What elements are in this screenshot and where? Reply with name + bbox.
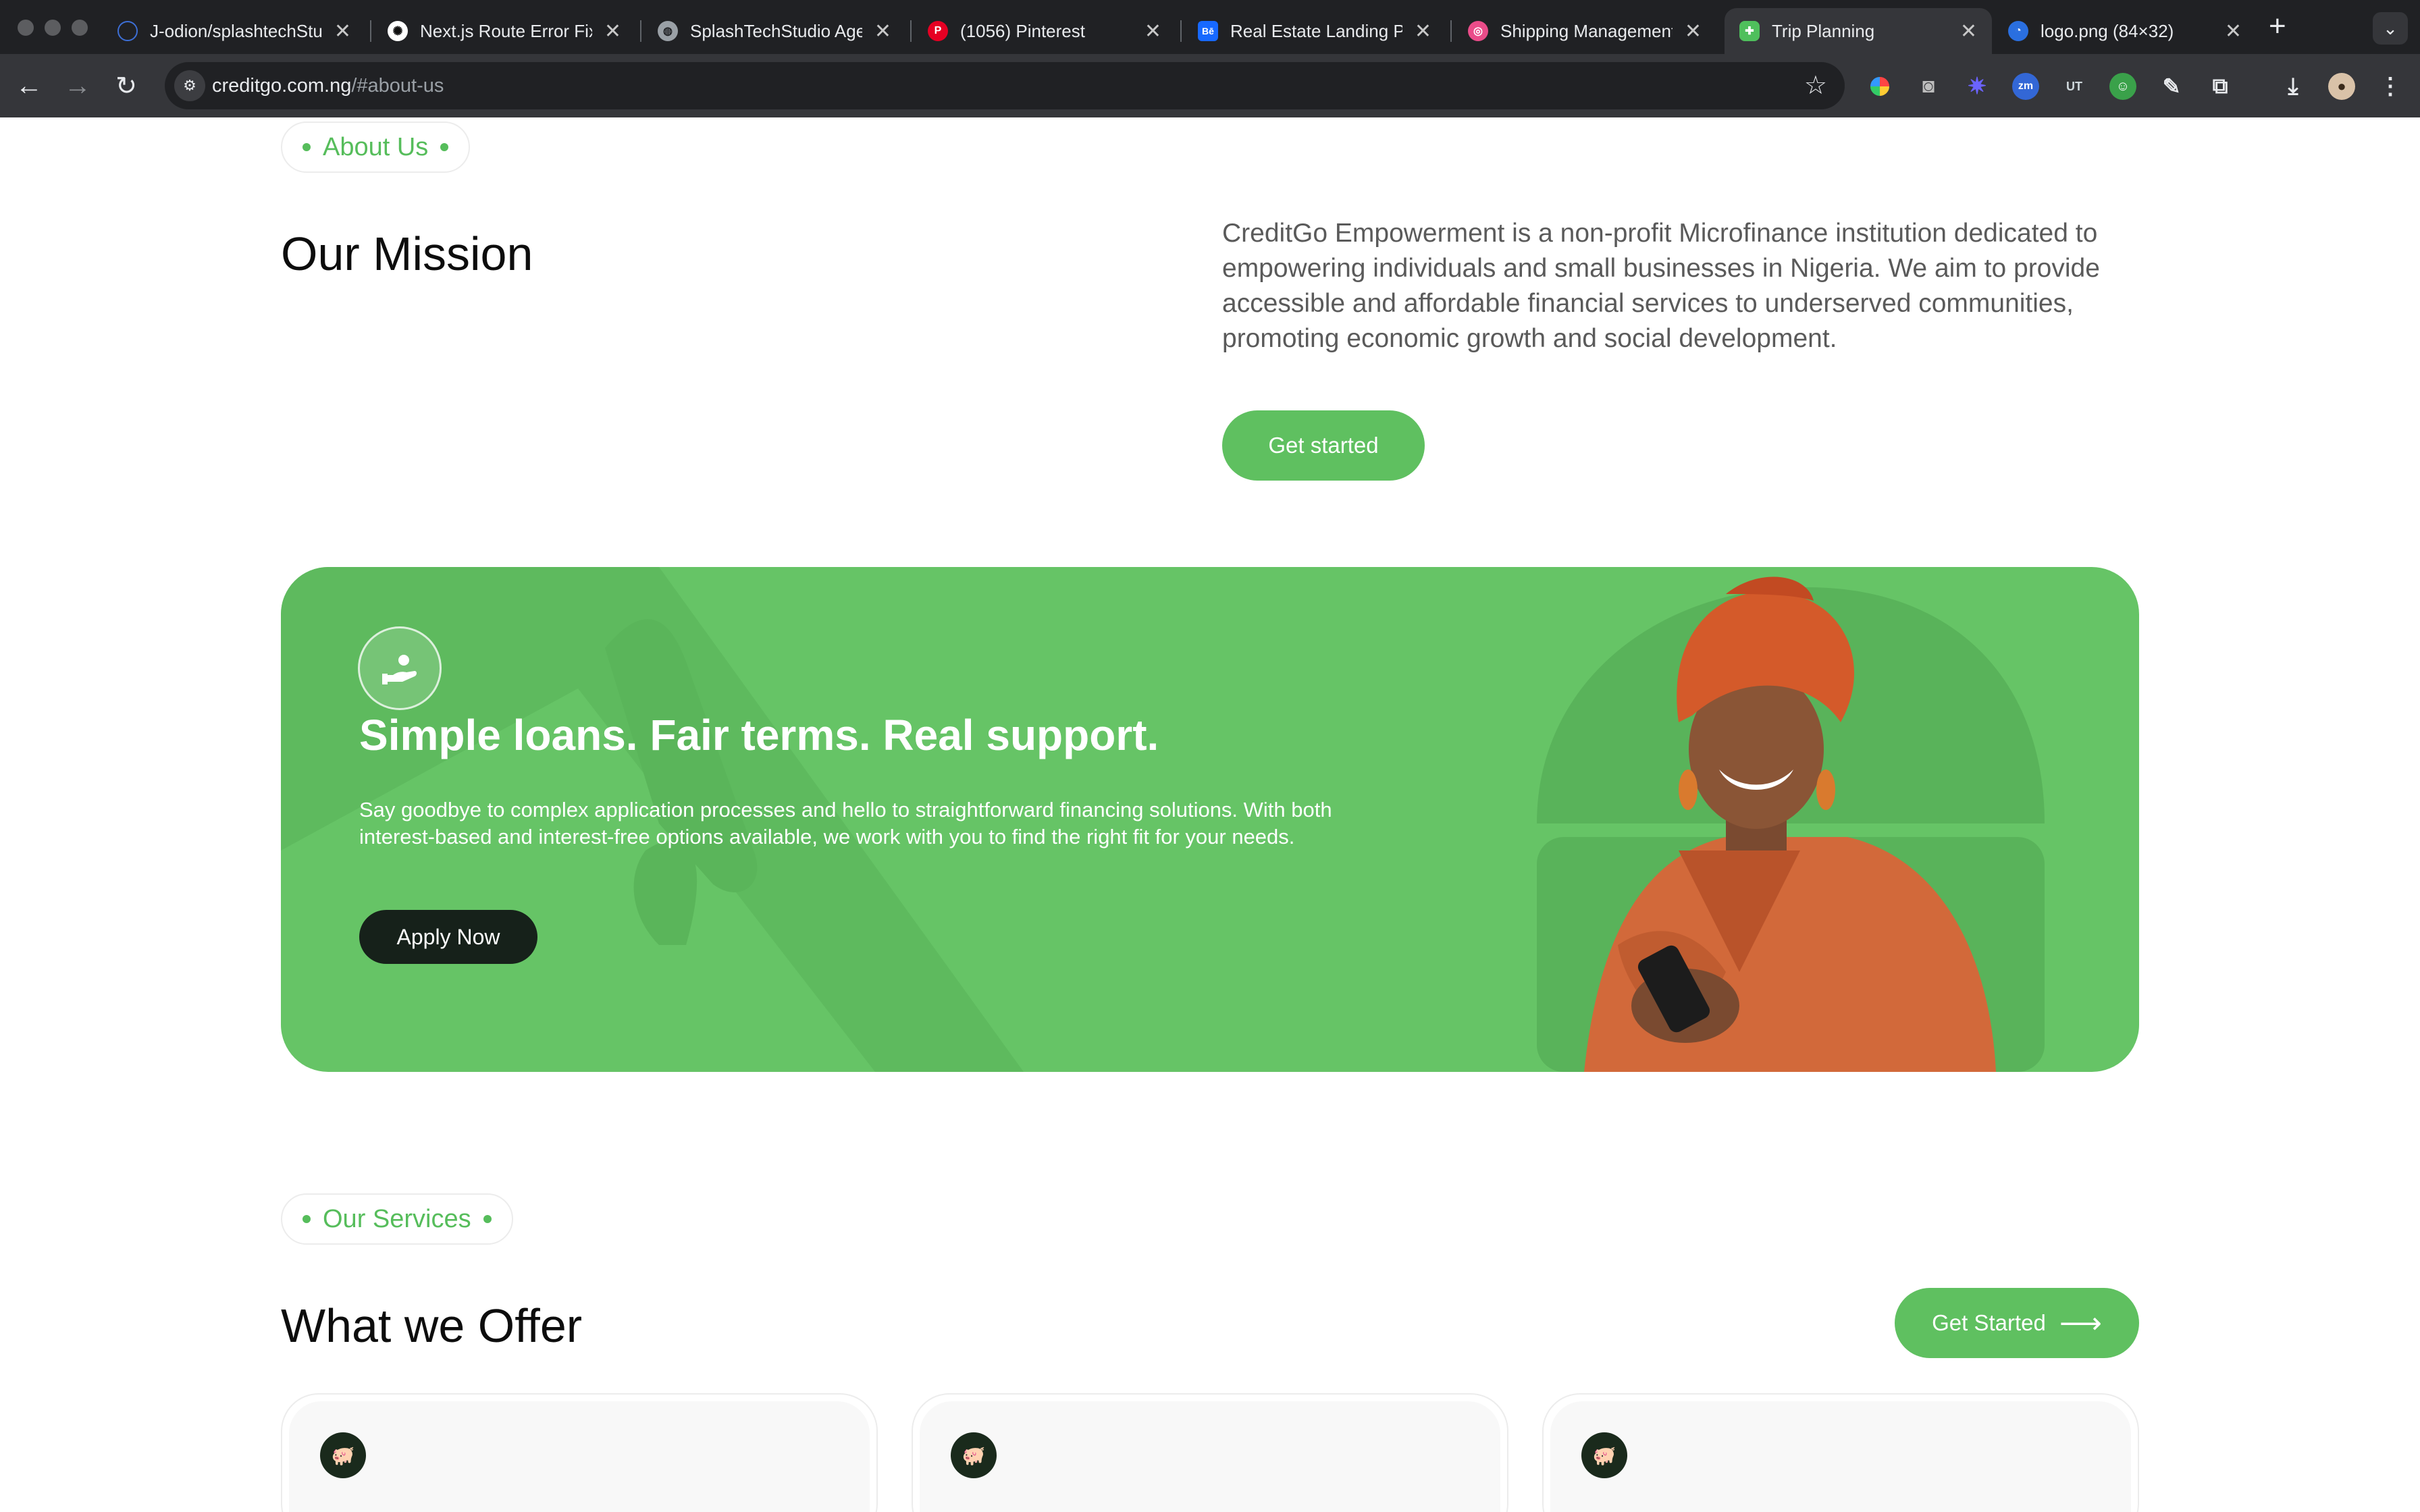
pill-label: Our Services — [323, 1204, 471, 1233]
our-services-pill: Our Services — [281, 1193, 513, 1245]
piggy-bank-icon: 🐖 — [1581, 1432, 1627, 1478]
tab-dribbble[interactable]: ◎ Shipping Management ✕ — [1453, 8, 1716, 54]
about-us-pill: About Us — [281, 122, 471, 173]
color-picker-extension-icon[interactable] — [1866, 73, 1893, 100]
tab-search-chevron-icon[interactable]: ⌄ — [2373, 12, 2408, 45]
close-icon[interactable]: ✕ — [874, 20, 891, 43]
window-zoom-control[interactable] — [72, 20, 88, 36]
zoom-extension-icon[interactable]: zm — [2012, 73, 2039, 100]
pill-dot — [483, 1215, 492, 1223]
button-label: Get Started — [1932, 1310, 2046, 1335]
tab-behance[interactable]: Bē Real Estate Landing Pa ✕ — [1183, 8, 1446, 54]
pill-dot — [302, 143, 311, 151]
site-settings-icon[interactable]: ⚙ — [174, 70, 205, 101]
close-icon[interactable]: ✕ — [1415, 20, 1431, 43]
piggy-bank-icon: 🐖 — [320, 1432, 366, 1478]
globe-icon: ◍ — [658, 21, 678, 41]
dribbble-icon: ◎ — [1468, 21, 1488, 41]
tab-chatgpt[interactable]: ✺ Next.js Route Error Fix ✕ — [373, 8, 636, 54]
figma-icon: ✚ — [1739, 21, 1760, 41]
services-heading: What we Offer — [281, 1299, 583, 1352]
apply-now-button[interactable]: Apply Now — [359, 910, 537, 964]
kebab-menu-icon[interactable]: ⋮ — [2377, 73, 2404, 100]
image-icon: ◔ — [2008, 21, 2028, 41]
service-card[interactable]: 🐖 — [281, 1393, 878, 1512]
reload-icon[interactable]: ↻ — [109, 69, 143, 103]
tab-title: (1056) Pinterest — [960, 20, 1085, 41]
robot-extension-icon[interactable]: ☺ — [2109, 73, 2136, 100]
github-icon — [117, 21, 138, 41]
close-icon[interactable]: ✕ — [1960, 20, 1977, 43]
service-card[interactable]: 🐖 — [1542, 1393, 2139, 1512]
pill-dot — [440, 143, 449, 151]
service-card[interactable]: 🐖 — [912, 1393, 1508, 1512]
behance-icon: Bē — [1198, 21, 1218, 41]
new-tab-plus-icon[interactable]: + — [2269, 9, 2286, 43]
card-inner — [920, 1401, 1500, 1512]
profile-avatar[interactable]: ● — [2328, 73, 2355, 100]
tab-logo-image[interactable]: ◔ logo.png (84×32) ✕ — [1993, 8, 2257, 54]
address-bar[interactable]: ⚙ creditgo.com.ng/#about-us ☆ — [165, 62, 1845, 109]
mission-paragraph: CreditGo Empowerment is a non-profit Mic… — [1222, 219, 2100, 353]
pinterest-icon: P — [928, 21, 948, 41]
tab-pinterest[interactable]: P (1056) Pinterest ✕ — [913, 8, 1176, 54]
piggy-bank-icon: 🐖 — [951, 1432, 997, 1478]
tab-title: SplashTechStudio Agen — [690, 20, 862, 41]
close-icon[interactable]: ✕ — [334, 20, 351, 43]
ut-extension-icon[interactable]: UT — [2061, 73, 2088, 100]
tab-title: Shipping Management — [1500, 20, 1673, 41]
tab-trip-planning[interactable]: ✚ Trip Planning ✕ — [1725, 8, 1992, 54]
bookmark-star-icon[interactable]: ☆ — [1804, 70, 1827, 101]
banner-title: Simple loans. Fair terms. Real support. — [359, 711, 1159, 759]
get-started-arrow-button[interactable]: Get Started ⟶ — [1895, 1288, 2139, 1358]
window-close-control[interactable] — [18, 20, 34, 36]
url-text[interactable]: creditgo.com.ng/#about-us — [212, 75, 444, 97]
camera-extension-icon[interactable]: ◙ — [1915, 73, 1942, 100]
tab-splashtech[interactable]: ◍ SplashTechStudio Agen ✕ — [643, 8, 906, 54]
extensions-puzzle-icon[interactable]: ⧉ — [2207, 73, 2234, 100]
arrow-right-icon: ⟶ — [2059, 1306, 2102, 1340]
window-minimize-control[interactable] — [45, 20, 61, 36]
card-inner — [289, 1401, 870, 1512]
pill-label: About Us — [323, 132, 429, 161]
close-icon[interactable]: ✕ — [1685, 20, 1702, 43]
banner-description: Say goodbye to complex application proce… — [359, 798, 1332, 848]
openai-icon: ✺ — [388, 21, 408, 41]
pill-dot — [302, 1215, 311, 1223]
card-inner — [1550, 1401, 2131, 1512]
loan-promo-banner: Simple loans. Fair terms. Real support. … — [281, 567, 2139, 1072]
download-icon[interactable]: ⤓ — [2280, 73, 2307, 100]
browser-tab-bar: J-odion/splashtechStu ✕ ✺ Next.js Route … — [0, 0, 2420, 54]
tab-github[interactable]: J-odion/splashtechStu ✕ — [103, 8, 366, 54]
gear-extension-icon[interactable]: ✷ — [1964, 73, 1991, 100]
tab-title: Real Estate Landing Pa — [1230, 20, 1402, 41]
tab-title: logo.png (84×32) — [2041, 20, 2174, 41]
close-icon[interactable]: ✕ — [1145, 20, 1161, 43]
tab-title: J-odion/splashtechStu — [150, 20, 322, 41]
back-arrow-icon[interactable]: ← — [12, 69, 46, 103]
tab-title: Trip Planning — [1772, 20, 1875, 41]
close-icon[interactable]: ✕ — [2225, 20, 2242, 43]
close-icon[interactable]: ✕ — [604, 20, 621, 43]
forward-arrow-icon[interactable]: → — [61, 69, 95, 103]
get-started-button[interactable]: Get started — [1222, 410, 1425, 481]
mission-heading: Our Mission — [281, 227, 533, 280]
eyedropper-icon[interactable]: ✎ — [2158, 73, 2185, 100]
hand-coin-icon — [358, 626, 442, 710]
woman-with-phone-image — [1584, 576, 1996, 1072]
tab-title: Next.js Route Error Fix — [420, 20, 592, 41]
